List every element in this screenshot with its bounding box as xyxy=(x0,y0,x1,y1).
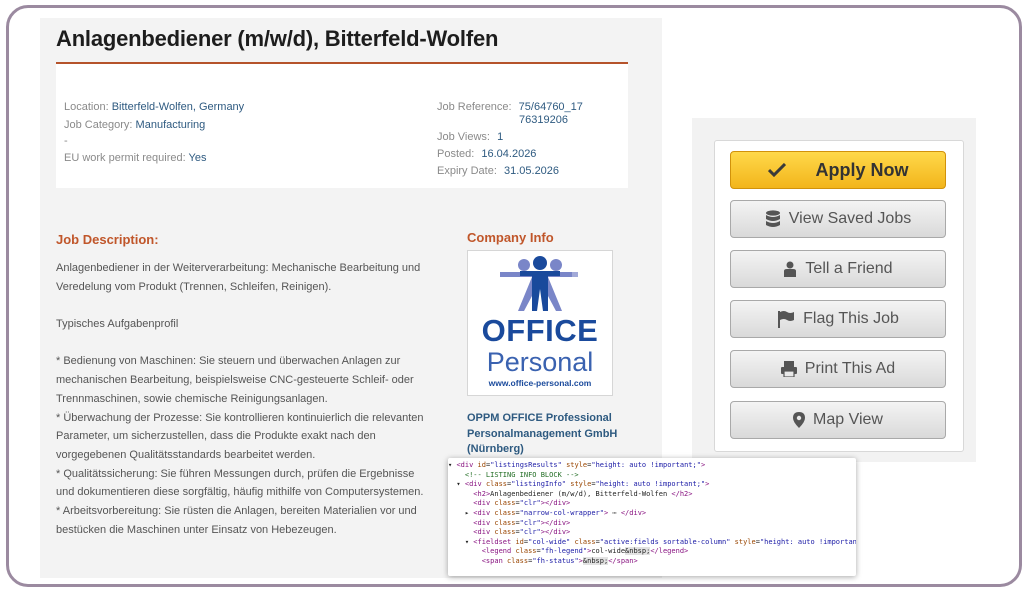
map-pin-icon xyxy=(793,412,806,428)
description-intro: Anlagenbediener in der Weiterverarbeitun… xyxy=(56,262,421,293)
devtools-dom-panel: ▾ <div id="listingsResults" style="heigh… xyxy=(448,458,856,576)
job-description: Anlagenbediener in der Weiterverarbeitun… xyxy=(56,259,432,540)
reference-value-cont: 76319206 xyxy=(519,114,568,126)
job-posted: Posted: 16.04.2026 xyxy=(437,148,536,160)
tell-a-friend-button[interactable]: Tell a Friend xyxy=(730,250,946,288)
logo-personal-text: Personal xyxy=(486,347,594,377)
location-value[interactable]: Bitterfeld-Wolfen, Germany xyxy=(112,101,244,113)
category-value[interactable]: Manufacturing xyxy=(136,119,206,131)
logo-url-text: www.office-personal.com xyxy=(488,378,592,388)
expiry-value: 31.05.2026 xyxy=(503,165,560,177)
duty-bullet-3: * Qualitätssicherung: Sie führen Messung… xyxy=(56,467,424,499)
duty-bullet-4: * Arbeitsvorbereitung: Sie rüsten die An… xyxy=(56,505,417,536)
checkmark-icon xyxy=(767,163,786,177)
posted-label: Posted: xyxy=(437,148,475,160)
permit-value: Yes xyxy=(188,152,207,164)
work-permit: EU work permit required: Yes xyxy=(64,152,206,164)
views-value: 1 xyxy=(497,131,504,143)
info-dash: - xyxy=(64,135,68,147)
print-icon xyxy=(780,361,797,377)
dom-line[interactable]: ▾ <div id="listingsResults" style="heigh… xyxy=(448,461,856,471)
job-expiry: Expiry Date: 31.05.2026 xyxy=(437,165,559,177)
print-this-ad-label: Print This Ad xyxy=(804,360,896,377)
dom-line[interactable]: <legend class="fh-legend">col-wide&nbsp;… xyxy=(448,547,856,557)
dom-line[interactable]: <div class="clr"></div> xyxy=(448,528,856,538)
logo-office-text: OFFICE xyxy=(481,313,599,348)
job-description-heading: Job Description: xyxy=(56,232,159,247)
company-logo[interactable]: OFFICE Personal www.office-personal.com xyxy=(467,250,613,396)
permit-label: EU work permit required: xyxy=(64,152,186,164)
map-view-label: Map View xyxy=(813,411,883,428)
view-saved-jobs-button[interactable]: View Saved Jobs xyxy=(730,200,946,238)
views-label: Job Views: xyxy=(437,131,490,143)
dom-line[interactable]: <div class="clr"></div> xyxy=(448,519,856,529)
duty-bullet-1: * Bedienung von Maschinen: Sie steuern u… xyxy=(56,355,414,405)
dom-line[interactable]: ▸ <div class="narrow-col-wrapper"> ⋯ </d… xyxy=(448,509,856,519)
apply-now-label: Apply Now xyxy=(815,159,909,180)
page-title: Anlagenbediener (m/w/d), Bitterfeld-Wolf… xyxy=(56,26,499,51)
view-saved-jobs-label: View Saved Jobs xyxy=(788,210,912,227)
profile-heading: Typisches Aufgabenprofil xyxy=(56,318,179,331)
dom-line[interactable]: ▾ <fieldset id="col-wide" class="active:… xyxy=(448,538,856,548)
flag-icon xyxy=(777,310,795,328)
location-label: Location: xyxy=(64,101,109,113)
job-category: Job Category: Manufacturing xyxy=(64,119,205,131)
dom-line[interactable]: <h2>Anlagenbediener (m/w/d), Bitterfeld-… xyxy=(448,490,856,500)
map-view-button[interactable]: Map View xyxy=(730,401,946,439)
flag-this-job-button[interactable]: Flag This Job xyxy=(730,300,946,338)
posted-value: 16.04.2026 xyxy=(481,148,537,160)
company-info-heading: Company Info xyxy=(467,230,554,245)
user-icon xyxy=(783,261,797,277)
tell-a-friend-label: Tell a Friend xyxy=(805,260,893,277)
company-name-link[interactable]: OPPM OFFICE Professional Personalmanagem… xyxy=(467,411,657,458)
reference-value: 75/64760_17 xyxy=(518,101,583,113)
reference-label: Job Reference: xyxy=(437,101,512,113)
job-location: Location: Bitterfeld-Wolfen, Germany xyxy=(64,101,244,113)
job-reference: Job Reference: 75/64760_17 xyxy=(437,101,583,113)
people-logo-icon xyxy=(500,256,578,311)
dom-line[interactable]: <span class="fh-status">&nbsp;</span> xyxy=(448,556,856,567)
dom-line[interactable]: <!-- LISTING INFO BLOCK --> xyxy=(448,471,856,481)
expiry-label: Expiry Date: xyxy=(437,165,497,177)
category-label: Job Category: xyxy=(64,119,133,131)
dom-line[interactable]: <div class="clr"></div> xyxy=(448,499,856,509)
database-icon xyxy=(765,210,781,228)
flag-this-job-label: Flag This Job xyxy=(803,310,899,327)
print-this-ad-button[interactable]: Print This Ad xyxy=(730,350,946,388)
apply-now-button[interactable]: Apply Now xyxy=(730,151,946,189)
dom-line[interactable]: ▾ <div class="listingInfo" style="height… xyxy=(448,480,856,490)
job-views: Job Views: 1 xyxy=(437,131,503,143)
duty-bullet-2: * Überwachung der Prozesse: Sie kontroll… xyxy=(56,411,424,461)
